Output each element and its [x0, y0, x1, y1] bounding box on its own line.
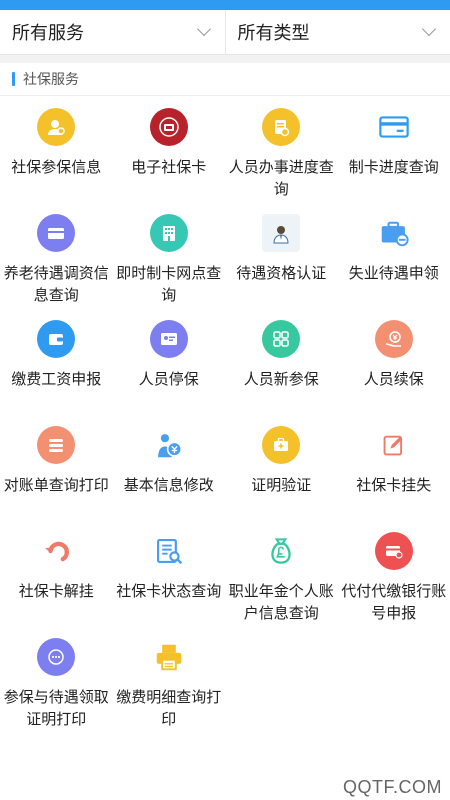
divider	[0, 55, 450, 63]
id-card-icon	[149, 320, 188, 358]
service-item[interactable]: 参保与待遇领取证明打印	[0, 626, 113, 732]
service-item[interactable]: 证明验证	[225, 414, 338, 520]
watermark: QQTF.COM	[343, 777, 442, 797]
chevron-down-icon	[196, 21, 211, 37]
service-item[interactable]: 职业年金个人账户信息查询	[225, 520, 338, 626]
service-item[interactable]: 人员续保	[338, 308, 450, 414]
undo-arrow-icon	[37, 532, 75, 570]
more-dots-icon	[37, 638, 76, 676]
grid-apps-icon	[262, 320, 301, 358]
service-label: 社保卡挂失	[356, 476, 432, 494]
card-icon	[375, 108, 413, 146]
service-item[interactable]: 社保卡挂失	[338, 414, 450, 520]
service-item[interactable]: 人员新参保	[225, 308, 338, 414]
service-label: 电子社保卡	[131, 158, 207, 176]
service-label: 即时制卡网点查询	[116, 264, 222, 304]
service-label: 证明验证	[251, 476, 312, 494]
service-label: 参保与待遇领取证明打印	[3, 688, 109, 728]
bank-card-icon	[374, 532, 413, 570]
service-item[interactable]: 人员停保	[113, 308, 226, 414]
wallet-icon	[37, 320, 76, 358]
service-item[interactable]: 缴费工资申报	[0, 308, 113, 414]
service-label: 人员办事进度查询	[228, 158, 334, 198]
service-filter-label: 所有服务	[12, 23, 84, 44]
section-marker	[12, 72, 15, 86]
service-grid: 社保参保信息 电子社保卡 人员办事进度查询 制卡进度查询 养老待遇调资信息查询 …	[0, 96, 450, 732]
service-label: 职业年金个人账户信息查询	[228, 582, 334, 622]
edit-icon	[375, 426, 413, 464]
service-item[interactable]: 养老待遇调资信息查询	[0, 202, 113, 308]
service-label: 缴费明细查询打印	[116, 688, 222, 728]
section-title: 社保服务	[23, 72, 79, 88]
hand-yuan-icon	[374, 320, 413, 358]
service-label: 社保参保信息	[11, 158, 102, 176]
service-item[interactable]: 制卡进度查询	[338, 96, 450, 202]
service-label: 对账单查询打印	[3, 476, 109, 494]
service-item[interactable]: 对账单查询打印	[0, 414, 113, 520]
section-header: 社保服务	[0, 63, 450, 96]
service-label: 待遇资格认证	[236, 264, 327, 282]
service-label: 制卡进度查询	[348, 158, 439, 176]
status-bar	[0, 0, 450, 10]
stack-list-icon	[37, 426, 76, 464]
service-item[interactable]: 待遇资格认证	[225, 202, 338, 308]
progress-document-icon	[262, 108, 301, 146]
printer-icon	[150, 638, 188, 676]
social-security-emblem-icon	[149, 108, 188, 146]
service-item[interactable]: 社保卡解挂	[0, 520, 113, 626]
service-label: 失业待遇申领	[348, 264, 439, 282]
filter-bar: 所有服务 所有类型	[0, 10, 450, 55]
type-filter-dropdown[interactable]: 所有类型	[224, 10, 450, 54]
service-item[interactable]: 社保卡状态查询	[113, 520, 226, 626]
money-bag-icon	[262, 532, 300, 570]
type-filter-label: 所有类型	[237, 23, 310, 44]
briefcase-icon	[375, 214, 413, 252]
service-filter-dropdown[interactable]: 所有服务	[0, 10, 225, 54]
service-item[interactable]: 代付代缴银行账号申报	[338, 520, 450, 626]
service-item[interactable]: 基本信息修改	[113, 414, 226, 520]
service-label: 社保卡状态查询	[116, 582, 222, 600]
service-label: 缴费工资申报	[11, 370, 102, 388]
service-item[interactable]: 人员办事进度查询	[225, 96, 338, 202]
service-label: 人员续保	[363, 370, 424, 388]
person-yuan-icon	[150, 426, 188, 464]
document-search-icon	[150, 532, 188, 570]
service-item[interactable]: 失业待遇申领	[338, 202, 450, 308]
face-photo-icon	[262, 214, 301, 252]
service-item[interactable]: 缴费明细查询打印	[113, 626, 226, 732]
building-icon	[149, 214, 188, 252]
service-item[interactable]: 社保参保信息	[0, 96, 113, 202]
service-label: 基本信息修改	[123, 476, 214, 494]
service-label: 社保卡解挂	[18, 582, 94, 600]
service-item[interactable]: 电子社保卡	[113, 96, 226, 202]
service-label: 养老待遇调资信息查询	[3, 264, 109, 304]
person-badge-icon	[37, 108, 76, 146]
medical-kit-icon	[262, 426, 301, 464]
service-item[interactable]: 即时制卡网点查询	[113, 202, 226, 308]
card-icon	[37, 214, 76, 252]
service-label: 人员新参保	[243, 370, 319, 388]
service-label: 代付代缴银行账号申报	[341, 582, 447, 622]
service-label: 人员停保	[138, 370, 199, 388]
chevron-down-icon	[421, 21, 437, 37]
